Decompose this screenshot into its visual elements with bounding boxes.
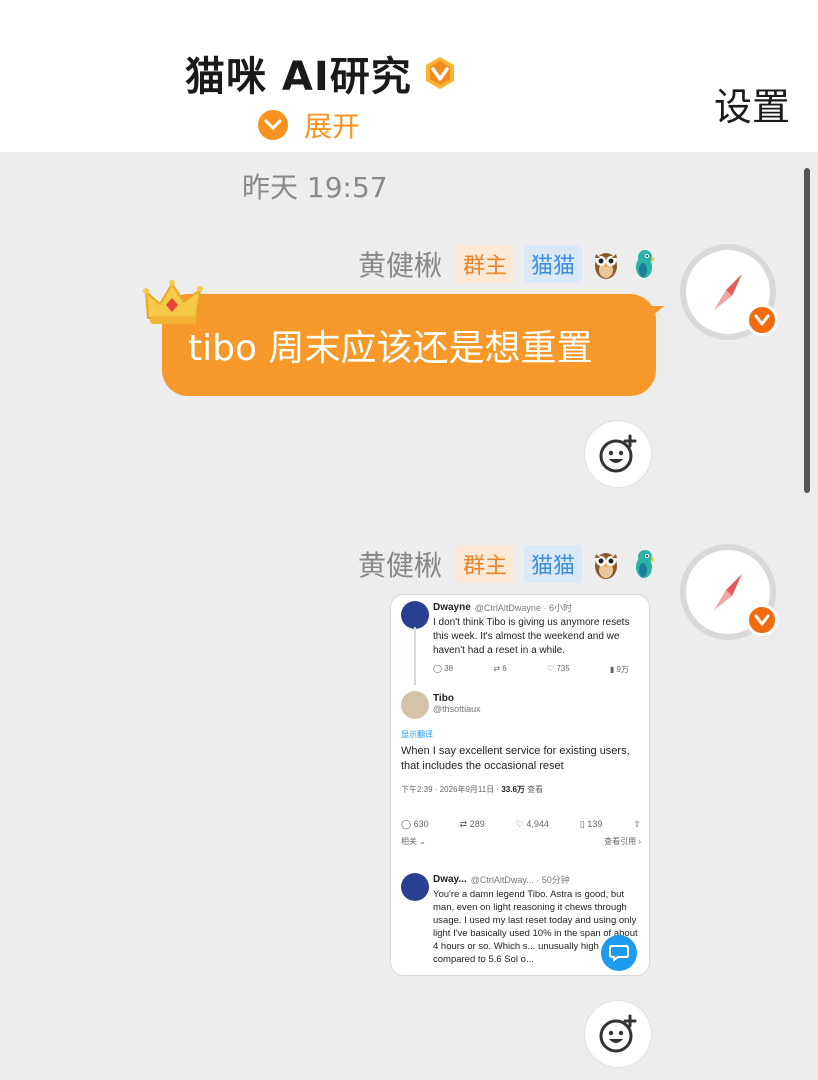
expand-toggle[interactable]: 展开 — [258, 106, 360, 144]
expand-label: 展开 — [304, 110, 361, 143]
thread-line — [414, 627, 416, 685]
like-count: 4,944 — [526, 819, 549, 829]
quotes-link: 查看引用 › — [604, 837, 641, 846]
related-link: 相关 ⌄ — [401, 837, 426, 846]
tweet-footer: 相关 ⌄ 查看引用 › — [401, 836, 641, 847]
chat-bubble-icon — [601, 935, 637, 971]
avatar[interactable] — [680, 544, 778, 640]
cat-tag: 猫猫 — [523, 245, 582, 283]
retweet-count: 289 — [469, 819, 485, 829]
add-reaction-button[interactable] — [584, 420, 652, 488]
sender-name[interactable]: 黄健楸 — [358, 244, 442, 284]
smiley-plus-icon — [599, 434, 637, 473]
settings-button[interactable]: 设置 — [714, 76, 790, 131]
tweet-avatar — [401, 601, 429, 629]
tweet-avatar — [401, 873, 429, 901]
tweet-views: 33.6万 — [501, 785, 525, 794]
tweet-author: Dway... — [433, 874, 467, 885]
cat-tag: 猫猫 — [523, 545, 582, 583]
tweet-text: I don't think Tibo is giving us anymore … — [433, 617, 630, 656]
owl-icon — [592, 548, 620, 580]
message-bubble[interactable]: tibo 周末应该还是想重置 — [162, 294, 656, 396]
group-title: 猫咪 AI研究 — [185, 54, 412, 100]
tweet-handle: @CtrlAltDwayne · 6小时 — [474, 603, 572, 613]
view-count: 9万 — [616, 665, 629, 674]
sender-name[interactable]: 黄健楸 — [358, 544, 442, 584]
owner-tag: 群主 — [455, 245, 514, 283]
image-message[interactable]: Dwayne @CtrlAltDwayne · 6小时 I don't thin… — [390, 594, 650, 976]
tweet-actions: ◯ 630 ⇄ 289 ♡ 4,944 ▯ 139 ⇧ — [401, 819, 641, 829]
bookmark-count: 139 — [587, 819, 603, 829]
parrot-icon — [630, 248, 658, 280]
message-timestamp: 昨天 19:57 — [242, 171, 388, 204]
views-label: 查看 — [527, 785, 544, 794]
avatar[interactable] — [680, 244, 778, 340]
title-row[interactable]: 猫咪 AI研究 — [185, 48, 458, 100]
reply-count: 38 — [444, 664, 454, 673]
tweet-meta: 下午2:39 · 2026年9月11日 · 33.6万 查看 — [401, 784, 641, 795]
chevron-down-icon — [258, 110, 288, 140]
add-reaction-button[interactable] — [584, 1000, 652, 1068]
chat-header: 猫咪 AI研究 展开 设置 — [0, 0, 818, 152]
reply-count: 630 — [413, 819, 429, 829]
owner-tag: 群主 — [455, 545, 514, 583]
sender-row: 黄健楸 群主 猫猫 — [358, 244, 658, 284]
parrot-icon — [630, 548, 658, 580]
message-text: tibo 周末应该还是想重置 — [188, 328, 593, 369]
verified-v-icon — [746, 304, 778, 336]
owl-icon — [592, 248, 620, 280]
tweet-actions: ◯ 38 ⇄ 6 ♡ 735 ▮ 9万 — [433, 664, 629, 674]
tweet-author: Tibo — [433, 693, 454, 704]
retweet-count: 6 — [502, 664, 507, 673]
crown-icon — [142, 278, 206, 330]
tweet-avatar — [401, 691, 429, 719]
scrollbar[interactable] — [804, 168, 810, 493]
tweet: Dwayne @CtrlAltDwayne · 6小时 I don't thin… — [433, 601, 643, 675]
translate-link: 显示翻译 — [401, 730, 433, 739]
smiley-plus-icon — [599, 1014, 637, 1053]
tweet-handle: @thsottiaux — [433, 704, 481, 714]
verified-v-icon — [746, 604, 778, 636]
verified-v-icon — [422, 55, 458, 91]
sender-row: 黄健楸 群主 猫猫 — [358, 544, 658, 584]
tweet: 显示翻译 When I say excellent service for ex… — [401, 729, 641, 847]
tweet-text: When I say excellent service for existin… — [401, 745, 630, 772]
tweet-author: Dwayne — [433, 602, 471, 613]
tweet-handle: @CtrlAltDway... · 50分钟 — [470, 875, 570, 885]
tweet-header: Tibo @thsottiaux — [433, 693, 633, 714]
like-count: 735 — [556, 664, 570, 673]
tweet-date: 下午2:39 · 2026年9月11日 · — [401, 785, 502, 794]
